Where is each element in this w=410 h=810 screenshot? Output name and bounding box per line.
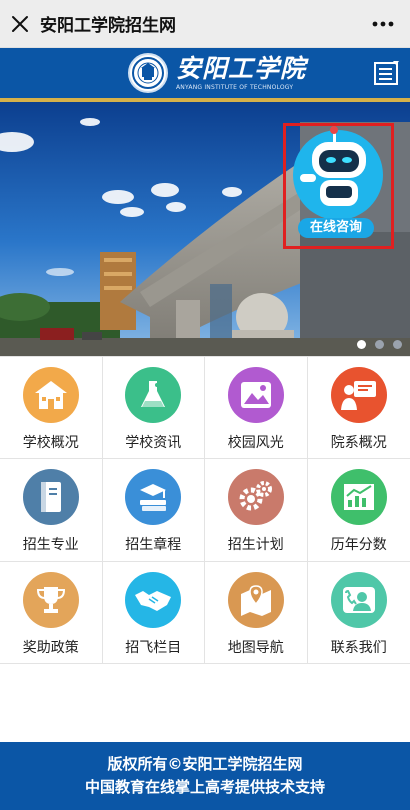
- more-button[interactable]: [368, 12, 398, 36]
- carousel-dot[interactable]: [375, 340, 384, 349]
- trophy-icon: [22, 571, 79, 628]
- online-consult-label[interactable]: 在线咨询: [298, 218, 374, 238]
- copyright-text: 版权所有©安阳工学院招生网: [107, 755, 303, 773]
- menu-icon: [374, 61, 399, 85]
- grid-item-contact-us[interactable]: 联系我们: [307, 562, 410, 664]
- close-button[interactable]: [0, 0, 40, 48]
- grid-item-past-scores[interactable]: 历年分数: [307, 459, 410, 562]
- grid-item-label: 学校概况: [22, 435, 79, 451]
- picture-icon: [227, 367, 284, 423]
- banner-carousel[interactable]: 在线咨询: [0, 102, 410, 356]
- grid-item-label: 招飞栏目: [125, 639, 182, 656]
- books-icon: [125, 469, 182, 526]
- grid-item-scholarships[interactable]: 奖助政策: [0, 561, 103, 664]
- grid-item-label: 院系概况: [330, 435, 387, 451]
- top-bar: 安阳工学院招生网: [0, 0, 410, 48]
- grid-item-label: 联系我们: [330, 639, 387, 656]
- school-icon: [22, 367, 79, 423]
- chart-icon: [330, 469, 387, 526]
- grid-item-label: 地图导航: [227, 639, 284, 656]
- page: 安阳工学院招生网 安阳工学院 ANYANG INSTITUTE OF TECHN…: [0, 0, 410, 810]
- grid-item-label: 奖助政策: [22, 639, 79, 656]
- footer: 版权所有©安阳工学院招生网 中国教育在线掌上高考提供技术支持: [0, 742, 410, 810]
- grid-item-label: 历年分数: [330, 537, 387, 554]
- handshake-icon: [125, 571, 182, 628]
- grid-item-admission-rules[interactable]: 招生章程: [102, 459, 205, 562]
- presenter-icon: [330, 367, 387, 423]
- grid-item-school-overview[interactable]: 学校概况: [0, 357, 103, 460]
- tech-support-text: 中国教育在线掌上高考提供技术支持: [84, 778, 325, 796]
- grid-item-campus-scenery[interactable]: 校园风光: [205, 357, 308, 460]
- book-icon: [22, 469, 79, 526]
- menu-button[interactable]: [374, 60, 400, 86]
- grid-item-school-news[interactable]: 学校资讯: [102, 357, 205, 460]
- carousel-dot[interactable]: [357, 340, 366, 349]
- site-header: 安阳工学院 ANYANG INSTITUTE OF TECHNOLOGY: [0, 48, 410, 98]
- contact-icon: [330, 571, 387, 628]
- flask-icon: [125, 367, 182, 423]
- logo-chinese-name: 安阳工学院: [176, 54, 307, 83]
- grid-item-label: 学校资讯: [125, 435, 182, 451]
- grid-item-pilot-recruitment[interactable]: 招飞栏目: [102, 561, 205, 664]
- grid-item-majors[interactable]: 招生专业: [0, 459, 103, 562]
- gears-icon: [227, 469, 284, 526]
- carousel-dot[interactable]: [393, 340, 402, 349]
- site-logo[interactable]: 安阳工学院 ANYANG INSTITUTE OF TECHNOLOGY: [128, 53, 306, 93]
- grid-item-departments[interactable]: 院系概况: [307, 357, 410, 460]
- menu-grid: 学校概况 学校资讯 校园风光 院系概况 招生专业 招生章程 招生计划 历年分数 …: [0, 356, 410, 664]
- page-title: 安阳工学院招生网: [40, 16, 176, 36]
- carousel-indicators: [357, 340, 402, 349]
- grid-item-label: 招生章程: [125, 537, 182, 554]
- grid-item-label: 招生专业: [22, 537, 79, 554]
- logo-text: 安阳工学院 ANYANG INSTITUTE OF TECHNOLOGY: [176, 54, 307, 92]
- grid-item-admission-plan[interactable]: 招生计划: [205, 459, 308, 562]
- grid-item-map-navigation[interactable]: 地图导航: [205, 561, 308, 664]
- more-icon: [372, 21, 394, 27]
- school-seal-icon: [128, 53, 168, 93]
- logo-english-name: ANYANG INSTITUTE OF TECHNOLOGY: [176, 84, 294, 91]
- map-icon: [227, 571, 284, 628]
- close-icon: [12, 15, 28, 32]
- grid-item-label: 校园风光: [227, 435, 284, 451]
- grid-item-label: 招生计划: [227, 537, 284, 554]
